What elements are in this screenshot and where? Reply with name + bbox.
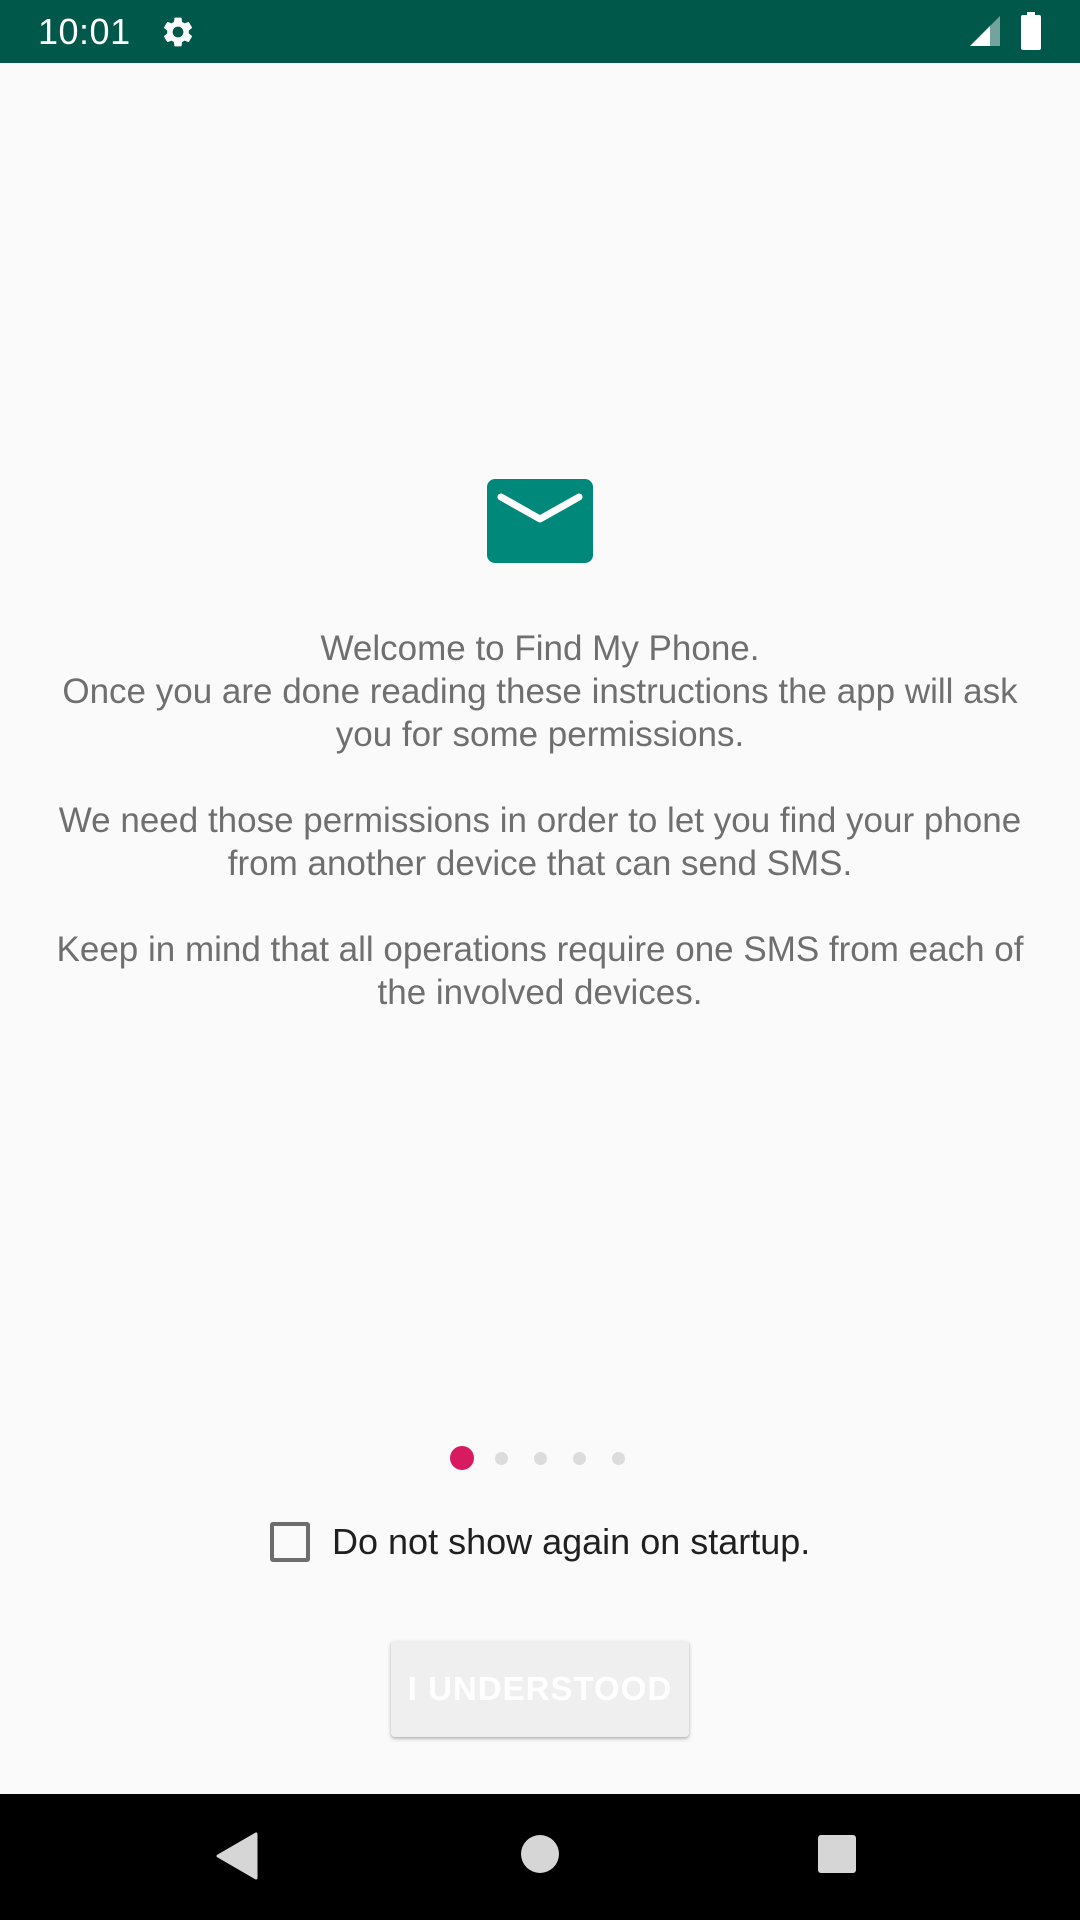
mail-icon: [487, 479, 593, 563]
sms-requirement-paragraph: Keep in mind that all operations require…: [56, 930, 1024, 1012]
do-not-show-again-checkbox[interactable]: [270, 1522, 310, 1562]
welcome-paragraph: Welcome to Find My Phone. Once you are d…: [30, 627, 1050, 756]
recents-icon[interactable]: [817, 1834, 857, 1874]
status-time: 10:01: [38, 11, 131, 52]
permissions-reason-paragraph: We need those permissions in order to le…: [58, 801, 1022, 883]
cell-signal-icon: [970, 16, 1000, 46]
gear-icon: [163, 17, 193, 47]
page-dot-3[interactable]: [534, 1452, 547, 1465]
navigation-bar: [0, 1794, 1080, 1920]
page-dot-5[interactable]: [612, 1452, 625, 1465]
screen: 10:01 Welcome to Find My Phone. Once you…: [0, 0, 1080, 1920]
i-understood-button[interactable]: I UNDERSTOOD: [391, 1641, 689, 1737]
page-indicator: [0, 1446, 1080, 1470]
do-not-show-again-label[interactable]: Do not show again on startup.: [332, 1521, 810, 1563]
page-dot-4[interactable]: [573, 1452, 586, 1465]
permissions-intro-line: Once you are done reading these instruct…: [62, 672, 1018, 754]
instructions-text: Welcome to Find My Phone. Once you are d…: [30, 627, 1050, 1014]
back-icon[interactable]: [216, 1832, 258, 1880]
home-icon[interactable]: [520, 1834, 560, 1874]
do-not-show-again-checkbox-row[interactable]: Do not show again on startup.: [270, 1518, 810, 1566]
battery-icon: [1021, 12, 1041, 50]
page-dot-2[interactable]: [495, 1452, 508, 1465]
status-bar: 10:01: [0, 0, 1080, 63]
page-dot-1-active[interactable]: [450, 1446, 474, 1470]
welcome-line: Welcome to Find My Phone.: [320, 629, 760, 668]
